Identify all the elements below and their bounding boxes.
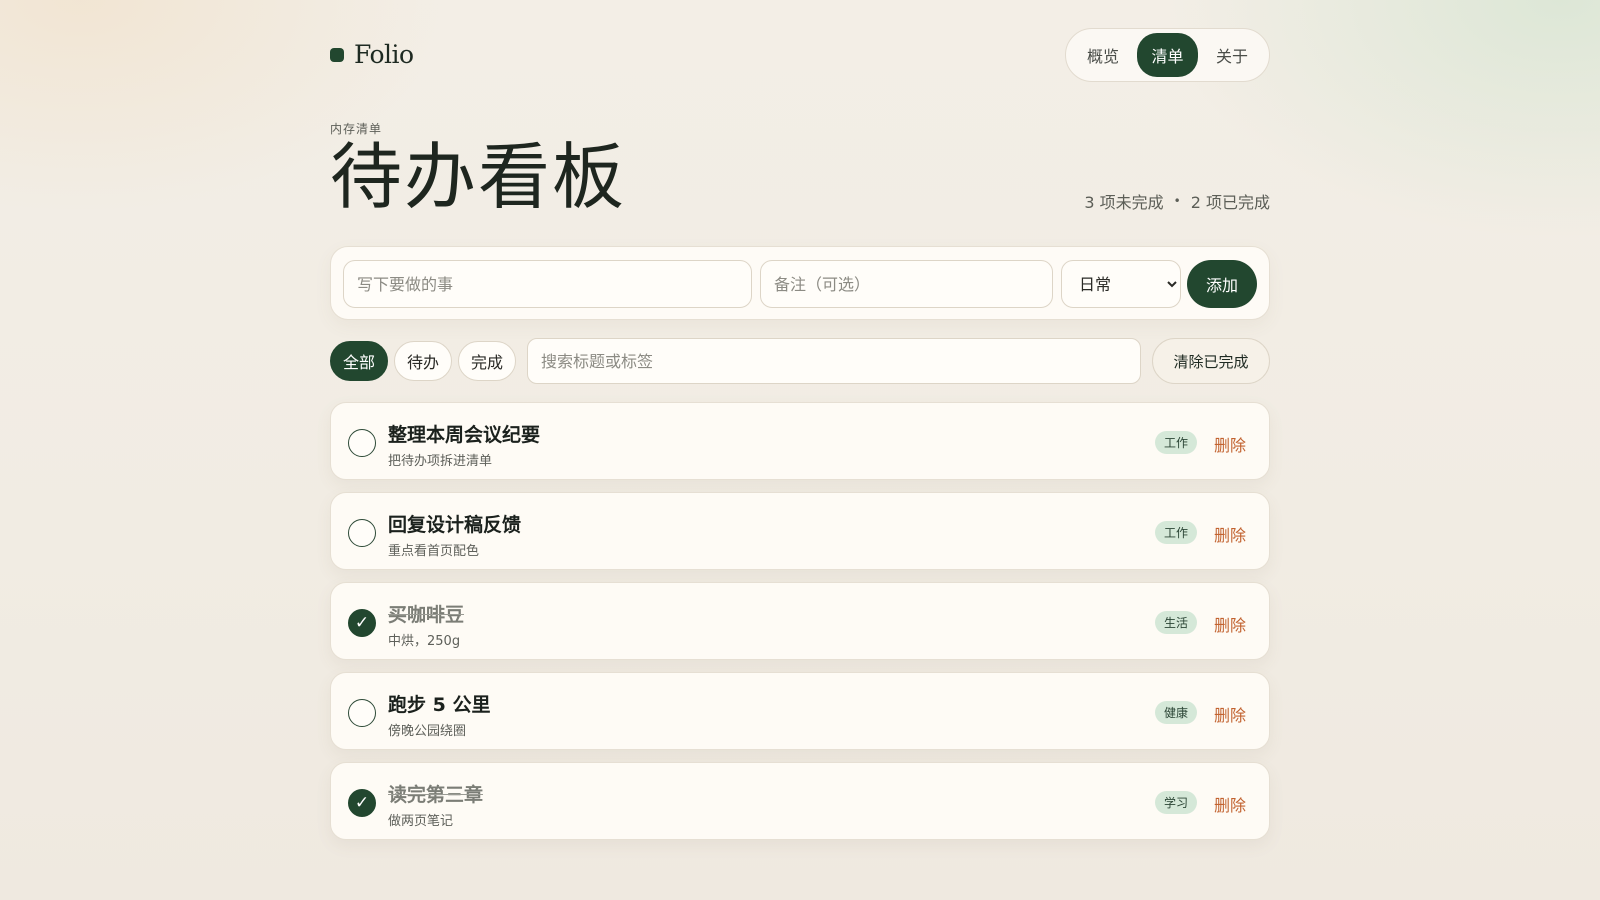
- task-title: 读完第三章: [388, 784, 484, 806]
- brand-name: Folio: [354, 40, 414, 69]
- nav-item-list[interactable]: 清单: [1137, 33, 1198, 77]
- top-nav: 概览 清单 关于: [1065, 28, 1270, 82]
- task-note: 做两页笔记: [388, 814, 454, 829]
- task-tag: 生活: [1154, 611, 1197, 634]
- task-tag: 工作: [1154, 521, 1197, 544]
- stats-separator: •: [1173, 194, 1181, 208]
- task-tag: 学习: [1154, 791, 1197, 814]
- filter-chip-done[interactable]: 完成: [458, 341, 516, 381]
- header: Folio 概览 清单 关于: [330, 0, 1270, 112]
- task-checkbox[interactable]: [348, 429, 376, 457]
- task-item: ✓ 读完第三章 做两页笔记 学习 删除: [330, 762, 1270, 840]
- filter-bar: 全部 待办 完成 清除已完成: [330, 338, 1270, 384]
- task-checkbox[interactable]: ✓: [348, 609, 376, 637]
- task-note: 重点看首页配色: [388, 544, 480, 559]
- task-stats: 3 项未完成 • 2 项已完成: [1084, 189, 1270, 213]
- clear-completed-button[interactable]: 清除已完成: [1152, 338, 1270, 384]
- filter-chip-todo[interactable]: 待办: [394, 341, 452, 381]
- delete-button[interactable]: 删除: [1214, 432, 1246, 456]
- add-task-form: 日常 添加: [330, 246, 1270, 320]
- open-count: 3 项未完成: [1084, 193, 1164, 212]
- task-item: 整理本周会议纪要 把待办项拆进清单 工作 删除: [330, 402, 1270, 480]
- task-note: 傍晚公园绕圈: [388, 724, 467, 739]
- task-title-input[interactable]: [343, 260, 752, 308]
- checkmark-icon: ✓: [354, 792, 370, 813]
- task-item: 跑步 5 公里 傍晚公园绕圈 健康 删除: [330, 672, 1270, 750]
- nav-item-overview[interactable]: 概览: [1073, 33, 1133, 77]
- page-title: 待办看板: [330, 135, 627, 219]
- task-title: 整理本周会议纪要: [388, 424, 541, 446]
- brand[interactable]: Folio: [330, 40, 414, 69]
- task-item: ✓ 买咖啡豆 中烘，250g 生活 删除: [330, 582, 1270, 660]
- task-checkbox[interactable]: ✓: [348, 789, 376, 817]
- task-checkbox[interactable]: [348, 519, 376, 547]
- task-title: 跑步 5 公里: [388, 694, 491, 716]
- filter-chip-all[interactable]: 全部: [330, 341, 388, 381]
- delete-button[interactable]: 删除: [1214, 612, 1246, 636]
- brand-square-icon: [330, 47, 344, 62]
- task-tag: 健康: [1154, 701, 1197, 724]
- task-note-input[interactable]: [760, 260, 1053, 308]
- delete-button[interactable]: 删除: [1214, 792, 1246, 816]
- delete-button[interactable]: 删除: [1214, 702, 1246, 726]
- category-select[interactable]: 日常: [1061, 260, 1181, 308]
- search-input[interactable]: [527, 338, 1141, 384]
- page: Folio 概览 清单 关于 内存清单 待办看板 3 项未完成 • 2 项已完成…: [330, 0, 1270, 840]
- task-item: 回复设计稿反馈 重点看首页配色 工作 删除: [330, 492, 1270, 570]
- task-tag: 工作: [1154, 431, 1197, 454]
- add-button[interactable]: 添加: [1187, 260, 1257, 308]
- task-title: 回复设计稿反馈: [388, 514, 522, 536]
- done-count: 2 项已完成: [1190, 193, 1270, 212]
- nav-item-about[interactable]: 关于: [1202, 33, 1262, 77]
- task-note: 把待办项拆进清单: [388, 454, 493, 469]
- task-checkbox[interactable]: [348, 699, 376, 727]
- delete-button[interactable]: 删除: [1214, 522, 1246, 546]
- task-title: 买咖啡豆: [388, 604, 465, 626]
- task-note: 中烘，250g: [388, 634, 461, 649]
- checkmark-icon: ✓: [354, 612, 370, 633]
